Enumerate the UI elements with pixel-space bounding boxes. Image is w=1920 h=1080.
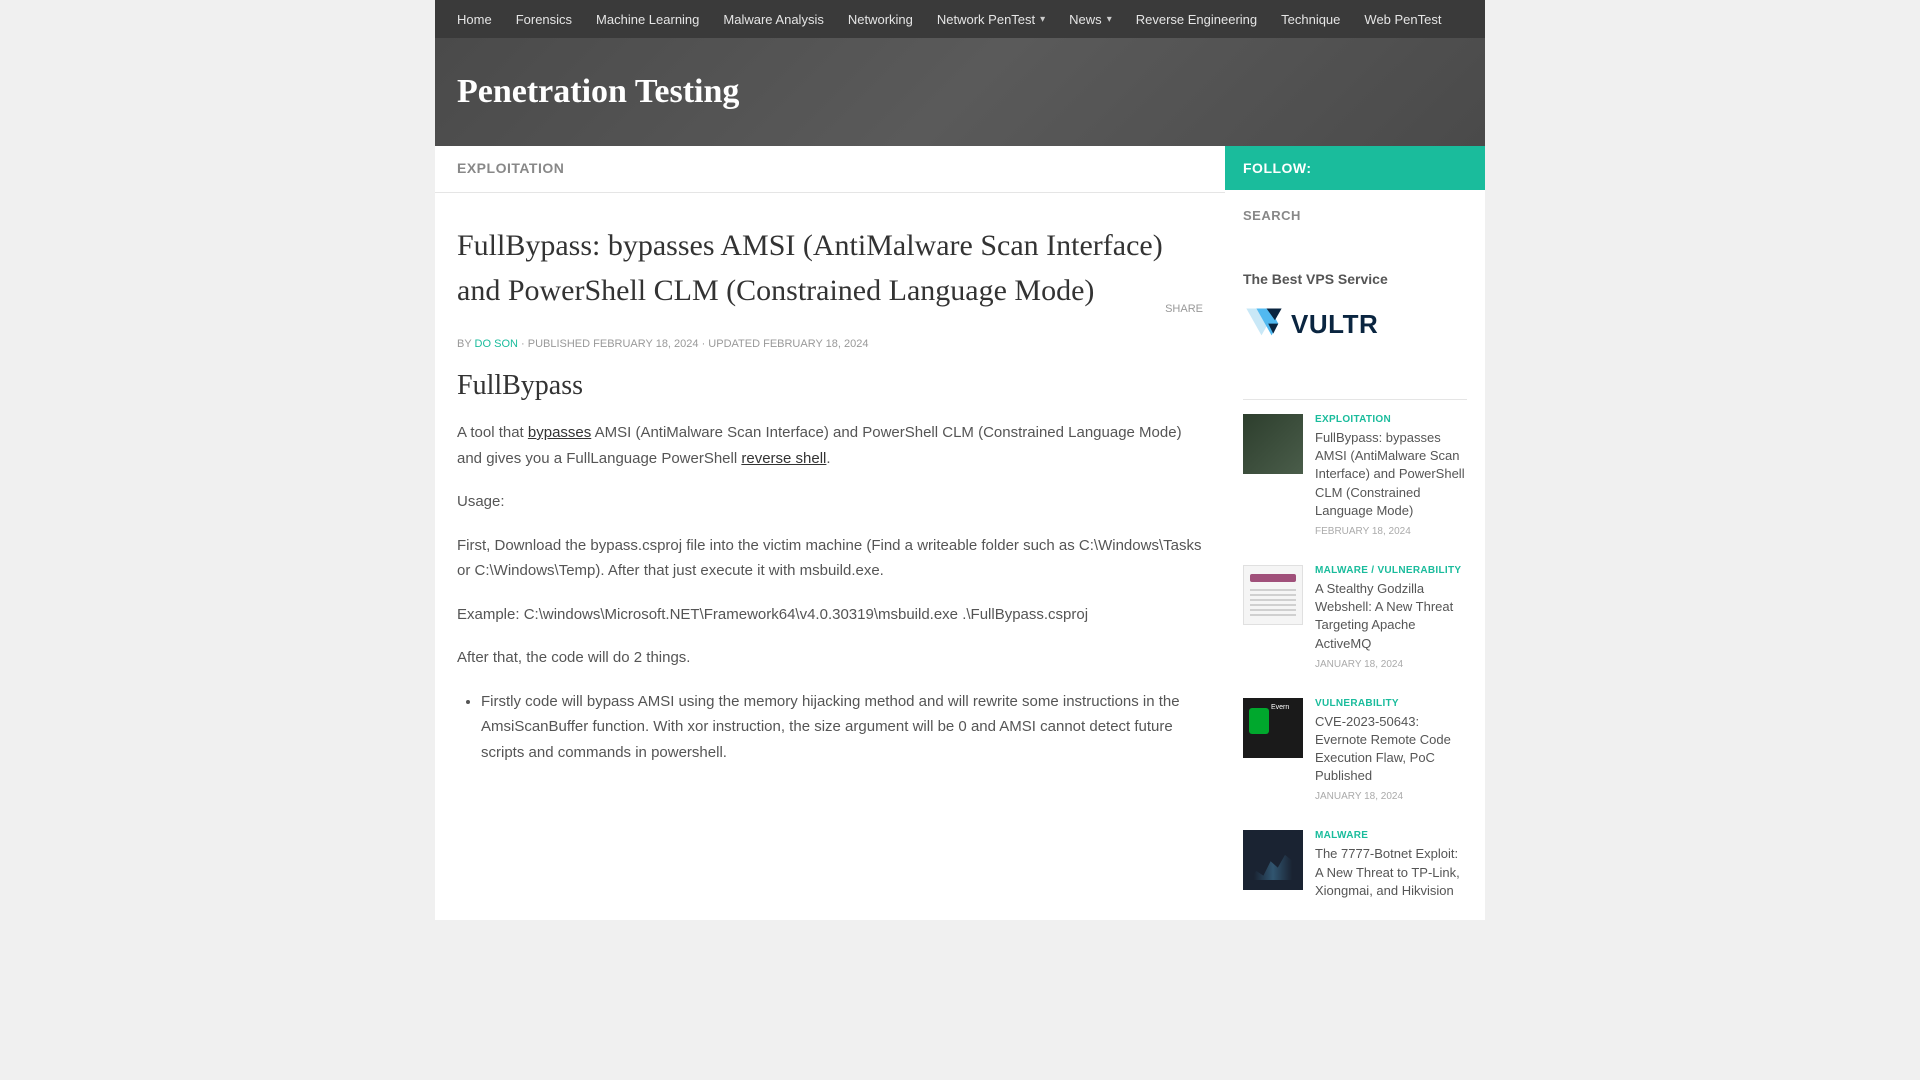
follow-bar: FOLLOW: [1225,146,1485,190]
usage-label: Usage: [457,489,1203,515]
post-thumb-icon [1243,830,1303,890]
nav-machine-learning[interactable]: Machine Learning [584,2,711,37]
vps-link[interactable]: VULTR [1243,297,1467,351]
post-title[interactable]: The 7777-Botnet Exploit: A New Threat to… [1315,845,1467,900]
nav-forensics[interactable]: Forensics [504,2,584,37]
category-bar: EXPLOITATION [435,146,1225,193]
author-link[interactable]: DO SON [475,338,518,350]
chevron-down-icon: ▾ [1107,14,1112,25]
step-1: First, Download the bypass.csproj file i… [457,533,1203,584]
recent-post[interactable]: MALWARE The 7777-Botnet Exploit: A New T… [1225,816,1485,920]
top-nav: Home Forensics Machine Learning Malware … [435,0,1485,38]
link-reverse-shell[interactable]: reverse shell [741,450,826,467]
post-date: JANUARY 18, 2024 [1315,791,1467,802]
meta-dates: · PUBLISHED FEBRUARY 18, 2024 · UPDATED … [521,338,868,350]
nav-networking[interactable]: Networking [836,2,925,37]
hero-banner: Penetration Testing [435,38,1485,146]
category-link[interactable]: EXPLOITATION [457,160,564,176]
site-title[interactable]: Penetration Testing [457,73,1463,111]
recent-post[interactable]: MALWARE / VULNERABILITY A Stealthy Godzi… [1225,551,1485,684]
sidebar: FOLLOW: SEARCH The Best VPS Service VULT… [1225,146,1485,920]
nav-network-pentest[interactable]: Network PenTest▾ [925,2,1057,37]
nav-home[interactable]: Home [445,2,504,37]
step-3: After that, the code will do 2 things. [457,645,1203,671]
article: FullBypass: bypasses AMSI (AntiMalware S… [435,193,1225,813]
post-category[interactable]: MALWARE / VULNERABILITY [1315,565,1467,576]
link-bypasses[interactable]: bypasses [528,424,591,441]
recent-post[interactable]: EXPLOITATION FullBypass: bypasses AMSI (… [1225,400,1485,551]
bullet-list: Firstly code will bypass AMSI using the … [457,689,1203,766]
article-intro: A tool that bypasses AMSI (AntiMalware S… [457,420,1203,471]
article-title: FullBypass: bypasses AMSI (AntiMalware S… [457,223,1203,313]
vultr-text: VULTR [1291,309,1378,340]
recent-post[interactable]: VULNERABILITY CVE-2023-50643: Evernote R… [1225,684,1485,817]
post-category[interactable]: EXPLOITATION [1315,414,1467,425]
nav-web-pentest[interactable]: Web PenTest [1352,2,1453,37]
nav-news[interactable]: News▾ [1057,2,1124,37]
article-meta: BY DO SON · PUBLISHED FEBRUARY 18, 2024 … [457,338,1203,350]
share-label[interactable]: SHARE [1165,303,1203,315]
post-thumb-icon [1243,414,1303,474]
post-category[interactable]: MALWARE [1315,830,1467,841]
post-thumb-icon [1243,565,1303,625]
post-title[interactable]: FullBypass: bypasses AMSI (AntiMalware S… [1315,429,1467,520]
post-date: JANUARY 18, 2024 [1315,659,1467,670]
nav-technique[interactable]: Technique [1269,2,1352,37]
search-heading: SEARCH [1243,208,1467,223]
meta-by: BY [457,338,471,350]
post-thumb-icon [1243,698,1303,758]
post-date: FEBRUARY 18, 2024 [1315,526,1467,537]
nav-reverse-engineering[interactable]: Reverse Engineering [1124,2,1269,37]
nav-malware-analysis[interactable]: Malware Analysis [711,2,835,37]
chevron-down-icon: ▾ [1040,14,1045,25]
post-title[interactable]: A Stealthy Godzilla Webshell: A New Thre… [1315,580,1467,653]
post-title[interactable]: CVE-2023-50643: Evernote Remote Code Exe… [1315,713,1467,786]
bullet-1: Firstly code will bypass AMSI using the … [481,689,1203,766]
vultr-logo-icon [1243,305,1285,343]
step-2: Example: C:\windows\Microsoft.NET\Framew… [457,602,1203,628]
post-category[interactable]: VULNERABILITY [1315,698,1467,709]
article-heading: FullBypass [457,370,1203,402]
vps-heading: The Best VPS Service [1243,271,1467,287]
